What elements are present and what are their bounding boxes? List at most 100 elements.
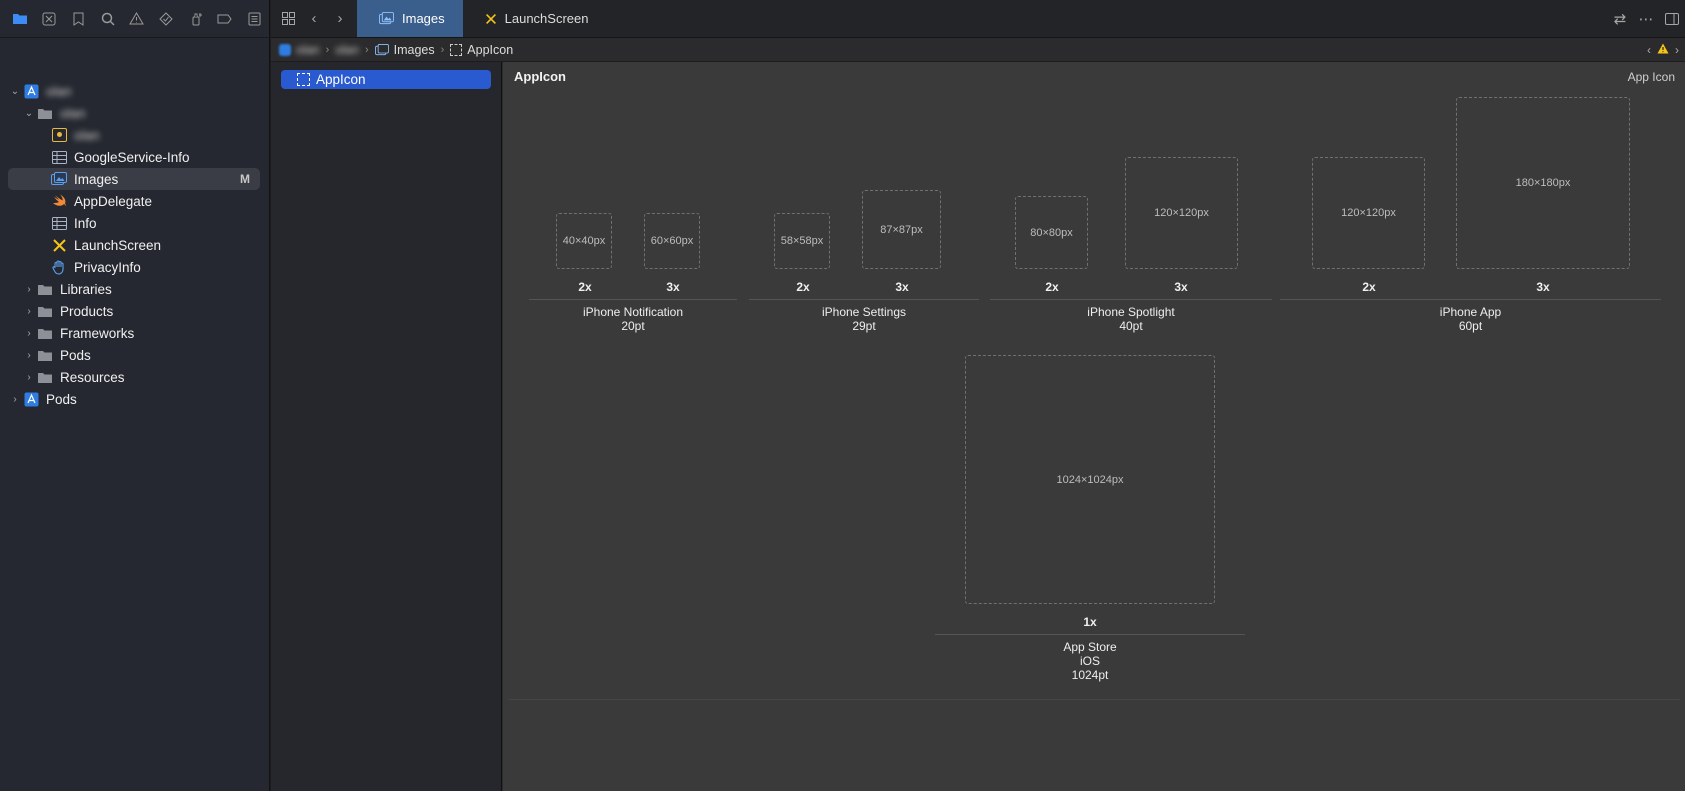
chevron-left-icon[interactable]: ‹: [1647, 43, 1651, 57]
group-size: 40pt: [1119, 319, 1143, 333]
editor-tab-bar: ‹ › Images LaunchScreen ⇄ ⋯: [271, 0, 1685, 38]
chevron-right-icon[interactable]: ›: [1675, 43, 1679, 57]
tree-group-resources[interactable]: › Resources: [8, 366, 260, 388]
chevron-right-icon[interactable]: ›: [22, 372, 36, 383]
tree-item-images[interactable]: Images M: [8, 168, 260, 190]
breadcrumb-appicon[interactable]: AppIcon: [450, 43, 513, 57]
source-control-icon[interactable]: [34, 7, 63, 31]
tree-group-libraries[interactable]: › Libraries: [8, 278, 260, 300]
tab-images[interactable]: Images: [357, 0, 463, 37]
inspector-toggle-icon[interactable]: [1659, 13, 1685, 25]
chevron-right-icon[interactable]: ›: [22, 328, 36, 339]
tree-project-pods[interactable]: › Pods: [8, 388, 260, 410]
test-diamond-icon[interactable]: [152, 7, 181, 31]
group-divider: [990, 299, 1272, 300]
folder-icon: [36, 369, 54, 385]
appicon-dashed-icon: [450, 43, 463, 56]
breadcrumb-group[interactable]: olan: [335, 43, 359, 57]
plist-table-icon: [50, 149, 68, 165]
asset-list: AppIcon: [271, 62, 502, 791]
icon-slot-notification-2x[interactable]: 40×40px: [556, 213, 612, 269]
swift-file-icon: [50, 193, 68, 209]
report-list-icon[interactable]: [240, 7, 269, 31]
asset-catalog-icon: [374, 43, 389, 56]
tree-item-googleservice-info[interactable]: GoogleService-Info: [8, 146, 260, 168]
chevron-left-icon[interactable]: ‹: [301, 0, 327, 37]
breadcrumb-label: olan: [335, 42, 359, 57]
asset-set-type: App Icon: [1627, 70, 1675, 84]
editor-area: ‹ › Images LaunchScreen ⇄ ⋯ olan › olan …: [271, 0, 1685, 791]
storyboard-icon: [50, 237, 68, 253]
chevron-right-icon[interactable]: ›: [22, 284, 36, 295]
tree-item-label: Info: [74, 215, 97, 231]
group-size: 1024pt: [1071, 668, 1109, 682]
group-name: iPhone Settings: [821, 305, 907, 319]
icon-slot-spotlight-3x[interactable]: 120×120px: [1125, 157, 1238, 269]
tree-item-label: Frameworks: [60, 325, 135, 341]
chevron-right-icon[interactable]: ›: [22, 350, 36, 361]
folder-icon: [36, 325, 54, 341]
tree-item-appdelegate[interactable]: AppDelegate: [8, 190, 260, 212]
tree-group-products[interactable]: › Products: [8, 300, 260, 322]
folder-icon: [36, 347, 54, 363]
grid-related-items-icon[interactable]: [275, 0, 301, 37]
group-size: 60pt: [1458, 319, 1483, 333]
tree-group-app[interactable]: ⌄ olan: [8, 102, 260, 124]
slot-size-label: 80×80px: [1030, 226, 1073, 239]
warning-icon[interactable]: [1657, 43, 1669, 57]
icon-slot-app-3x[interactable]: 180×180px: [1456, 97, 1630, 269]
icon-slot-notification-3x[interactable]: 60×60px: [644, 213, 700, 269]
breadcrumb-label: AppIcon: [467, 42, 514, 57]
issue-warning-icon[interactable]: [122, 7, 151, 31]
group-label-appstore: App Store iOS 1024pt: [935, 640, 1245, 682]
icon-slot-settings-2x[interactable]: 58×58px: [774, 213, 830, 269]
chevron-right-icon[interactable]: ›: [8, 394, 22, 405]
swap-arrows-icon[interactable]: ⇄: [1607, 10, 1633, 28]
group-platform: iOS: [1079, 654, 1100, 668]
chevron-right-icon[interactable]: ›: [327, 0, 353, 37]
tab-label: LaunchScreen: [504, 11, 589, 26]
breadcrumb-label: Images: [393, 42, 435, 57]
chevron-down-icon[interactable]: ⌄: [22, 108, 36, 119]
more-options-icon[interactable]: ⋯: [1633, 10, 1659, 28]
slot-size-label: 58×58px: [780, 235, 824, 247]
tree-item-label: olan: [46, 83, 72, 99]
file-tree: ⌄ olan ⌄ olan olan GoogleService-Info Im…: [0, 38, 269, 407]
icon-slot-settings-3x[interactable]: 87×87px: [862, 190, 941, 269]
tree-item-launchscreen[interactable]: LaunchScreen: [8, 234, 260, 256]
slot-size-label: 40×40px: [562, 235, 606, 247]
chevron-right-icon[interactable]: ›: [22, 306, 36, 317]
tree-group-pods[interactable]: › Pods: [8, 344, 260, 366]
find-search-icon[interactable]: [93, 7, 122, 31]
breadcrumb-images[interactable]: Images: [374, 42, 435, 57]
bookmark-icon[interactable]: [64, 7, 93, 31]
tree-item-entitlements[interactable]: olan: [8, 124, 260, 146]
project-navigator-folder-icon[interactable]: [5, 7, 34, 31]
slot-size-label: 180×180px: [1515, 177, 1571, 189]
tree-item-label: olan: [74, 127, 100, 143]
editor-options: ⇄ ⋯: [1607, 0, 1685, 38]
breakpoint-tag-icon[interactable]: [210, 7, 239, 31]
tree-item-label: olan: [60, 105, 86, 121]
tree-item-label: PrivacyInfo: [74, 259, 141, 275]
chevron-down-icon[interactable]: ⌄: [8, 86, 22, 97]
asset-catalog-icon: [50, 171, 68, 187]
breadcrumb-project[interactable]: olan: [279, 43, 320, 57]
tab-label: Images: [402, 11, 445, 26]
debug-spray-icon[interactable]: [181, 7, 210, 31]
tree-item-privacyinfo[interactable]: PrivacyInfo: [8, 256, 260, 278]
asset-item-appicon[interactable]: AppIcon: [281, 70, 491, 89]
asset-canvas: AppIcon App Icon 40×40px 60×60px 2x 3x i…: [503, 62, 1685, 791]
group-label-notification: iPhone Notification 20pt: [529, 305, 737, 333]
folder-icon: [36, 303, 54, 319]
tree-group-frameworks[interactable]: › Frameworks: [8, 322, 260, 344]
asset-catalog-icon: [379, 12, 394, 25]
icon-slot-app-2x[interactable]: 120×120px: [1312, 157, 1425, 269]
tree-item-info[interactable]: Info: [8, 212, 260, 234]
tab-launchscreen[interactable]: LaunchScreen: [463, 0, 607, 37]
group-name: iPhone Notification: [582, 305, 684, 319]
icon-slot-appstore-1x[interactable]: 1024×1024px: [965, 355, 1215, 604]
tree-project-root[interactable]: ⌄ olan: [8, 80, 260, 102]
scale-label: 2x: [796, 280, 810, 294]
icon-slot-spotlight-2x[interactable]: 80×80px: [1015, 196, 1088, 269]
